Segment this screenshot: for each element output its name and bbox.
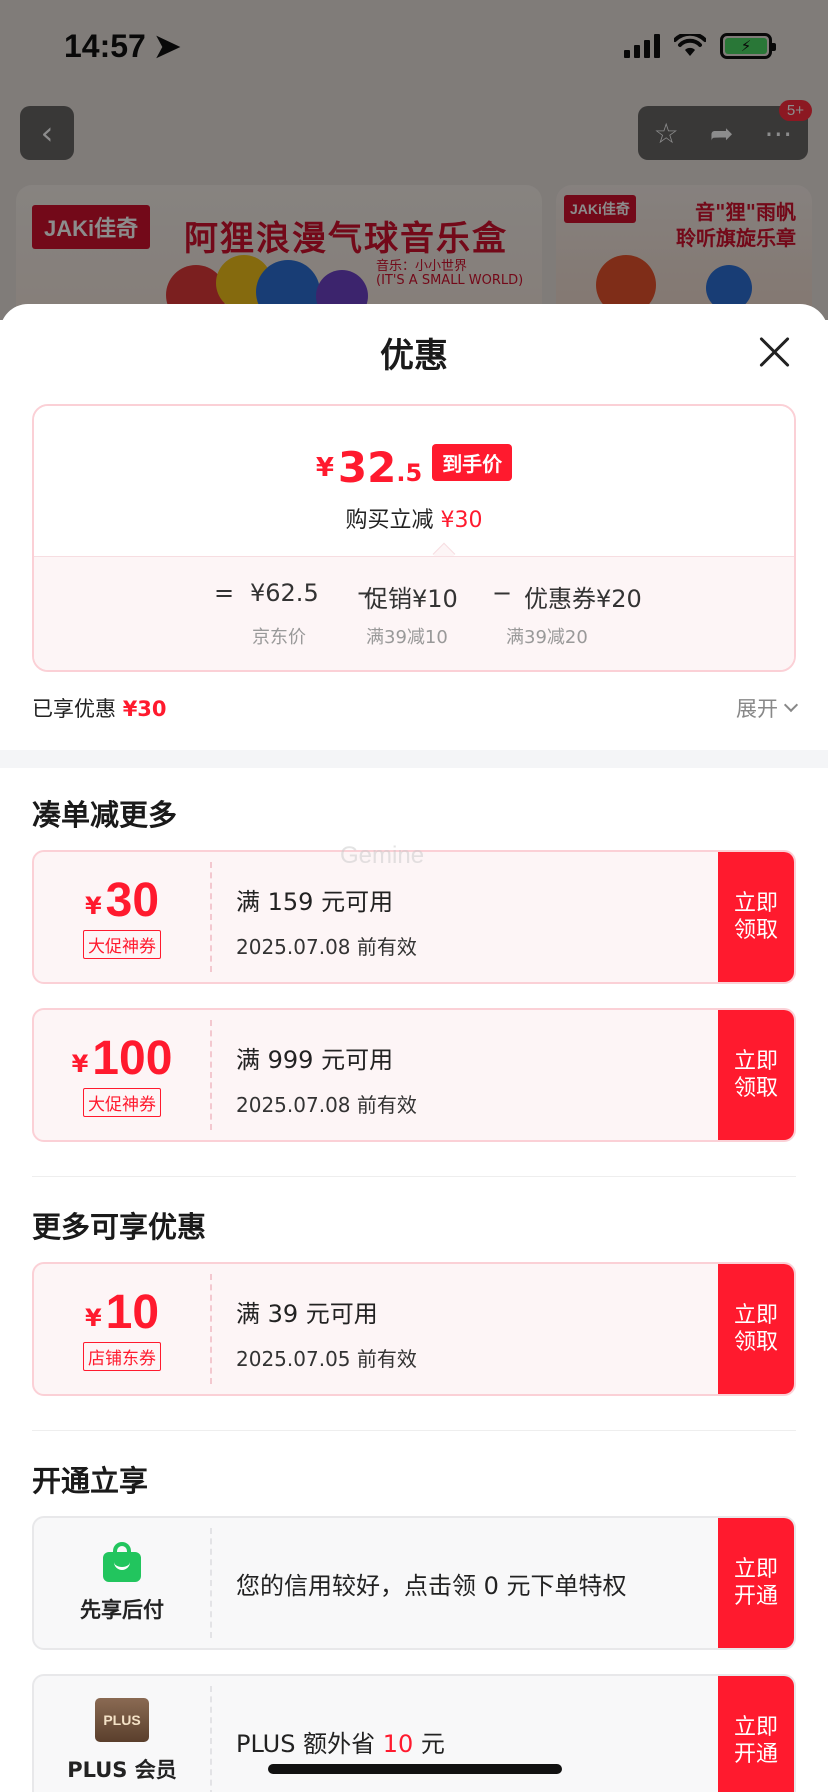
- coupon-card: ¥ 100 大促神券 满 999 元可用 2025.07.08 前有效 立即领取: [32, 1008, 796, 1142]
- activate-pay-later-button[interactable]: 立即开通: [718, 1518, 794, 1648]
- coupon-currency: ¥: [84, 1303, 102, 1332]
- coupon-condition: 满 999 元可用: [236, 1046, 394, 1074]
- shopping-bag-icon: [103, 1542, 141, 1582]
- section-title-activate: 开通立享: [32, 1464, 149, 1498]
- coupon-dashed-separator: [210, 1274, 212, 1384]
- section-divider-line: [32, 1430, 796, 1431]
- final-price-area: ¥ 32 .5 到手价 购买立减 ¥30: [34, 406, 794, 556]
- section-divider-line: [32, 1176, 796, 1177]
- claim-coupon-button[interactable]: 立即领取: [718, 852, 794, 982]
- home-indicator[interactable]: [268, 1764, 562, 1774]
- coupon-card: ¥ 10 店铺东券 满 39 元可用 2025.07.05 前有效 立即领取: [32, 1262, 796, 1396]
- price-decimal: .5: [396, 459, 423, 487]
- coupon-currency: ¥: [84, 891, 102, 920]
- enjoyed-discount-label: 已享优惠: [32, 697, 116, 721]
- plus-savings-text: PLUS 额外省 10 元: [236, 1724, 445, 1759]
- expand-button[interactable]: 展开: [736, 693, 799, 723]
- final-price-tag: 到手价: [432, 444, 513, 481]
- claim-coupon-button[interactable]: 立即领取: [718, 1010, 794, 1140]
- pay-later-label: 先享后付: [80, 1598, 164, 1622]
- coupon-type-badge: 大促神券: [83, 929, 161, 959]
- plus-member-icon: PLUS: [95, 1698, 149, 1742]
- section-title-more-offers: 更多可享优惠: [32, 1210, 207, 1244]
- jd-price-label: 京东价: [252, 627, 306, 648]
- coupon-rule-label: 满39减20: [506, 627, 588, 648]
- coupon-dashed-separator: [210, 1020, 212, 1130]
- instant-discount: 购买立减 ¥30: [34, 502, 794, 534]
- coupon-type-badge: 大促神券: [83, 1087, 161, 1117]
- coupon-currency: ¥: [71, 1049, 89, 1078]
- equals-sign: =: [214, 579, 235, 607]
- coupon-amount: ¥ 100: [71, 1031, 173, 1085]
- coupon-condition: 满 39 元可用: [236, 1300, 378, 1328]
- coupon-details: 满 999 元可用 2025.07.08 前有效: [236, 1040, 417, 1118]
- coupon-condition: 满 159 元可用: [236, 888, 394, 916]
- final-price: ¥ 32 .5 到手价: [34, 444, 794, 489]
- section-divider: [0, 750, 828, 768]
- plus-icon-area: PLUS PLUS 会员: [34, 1676, 210, 1792]
- pay-later-details: 您的信用较好，点击领 0 元下单特权: [236, 1518, 627, 1648]
- coupon-value: 100: [92, 1031, 173, 1085]
- price-breakdown-card: ¥ 32 .5 到手价 购买立减 ¥30 = ¥62.5 − 促销¥10 − 优…: [32, 404, 796, 672]
- card-dashed-separator: [210, 1528, 212, 1638]
- enjoyed-discount: 已享优惠 ¥30: [32, 693, 167, 723]
- enjoyed-discount-row: 已享优惠 ¥30 展开: [32, 688, 799, 728]
- card-dashed-separator: [210, 1686, 212, 1792]
- chevron-down-icon: [783, 697, 799, 713]
- plus-member-card: PLUS PLUS 会员 PLUS 额外省 10 元 立即开通: [32, 1674, 796, 1792]
- instant-discount-label: 购买立减: [345, 508, 434, 533]
- watermark-text: Gemine: [340, 842, 425, 869]
- coupon-type-badge: 店铺东券: [83, 1341, 161, 1371]
- promo-rule-label: 满39减10: [366, 627, 448, 648]
- coupon-amount-text: 优惠券¥20: [524, 585, 642, 613]
- currency-symbol: ¥: [315, 453, 334, 483]
- coupon-amount-area: ¥ 30 大促神券: [34, 852, 210, 982]
- pay-later-text: 您的信用较好，点击领 0 元下单特权: [236, 1571, 627, 1600]
- coupon-expiry: 2025.07.08 前有效: [236, 1093, 417, 1117]
- dim-overlay[interactable]: [0, 0, 828, 320]
- activate-plus-button[interactable]: 立即开通: [718, 1676, 794, 1792]
- section-title-more-discount: 凑单减更多: [32, 798, 178, 832]
- expand-label: 展开: [736, 697, 778, 721]
- coupon-amount-area: ¥ 100 大促神券: [34, 1010, 210, 1140]
- coupon-value: 10: [105, 1285, 160, 1339]
- coupon-expiry: 2025.07.08 前有效: [236, 935, 417, 959]
- enjoyed-discount-value: ¥30: [122, 697, 167, 721]
- sheet-title: 优惠: [380, 336, 448, 376]
- price-formula: = ¥62.5 − 促销¥10 − 优惠券¥20: [34, 579, 794, 615]
- coupon-amount: ¥ 30: [84, 873, 160, 927]
- coupon-amount: ¥ 10: [84, 1285, 160, 1339]
- coupon-card: ¥ 30 大促神券 满 159 元可用 2025.07.08 前有效 立即领取: [32, 850, 796, 984]
- plus-savings-suffix: 元: [413, 1729, 445, 1758]
- pay-later-card: 先享后付 您的信用较好，点击领 0 元下单特权 立即开通: [32, 1516, 796, 1650]
- price-formula-area: = ¥62.5 − 促销¥10 − 优惠券¥20 京东价 满39减10 满39减…: [34, 556, 794, 670]
- promo-amount-text: 促销¥10: [364, 585, 458, 613]
- coupon-amount-area: ¥ 10 店铺东券: [34, 1264, 210, 1394]
- plus-details: PLUS 额外省 10 元: [236, 1676, 445, 1792]
- coupon-dashed-separator: [210, 862, 212, 972]
- discount-sheet: 优惠 ¥ 32 .5 到手价 购买立减 ¥30 = ¥62.5 − 促销¥10: [0, 304, 828, 1792]
- coupon-value: 30: [105, 873, 160, 927]
- instant-discount-value: ¥30: [440, 508, 483, 533]
- coupon-details: 满 159 元可用 2025.07.08 前有效: [236, 882, 417, 960]
- coupon-expiry: 2025.07.05 前有效: [236, 1347, 417, 1371]
- plus-savings-amount: 10: [382, 1729, 414, 1758]
- plus-savings-prefix: PLUS 额外省: [236, 1729, 383, 1758]
- price-integer: 32: [337, 443, 397, 492]
- claim-coupon-button[interactable]: 立即领取: [718, 1264, 794, 1394]
- sheet-header: 优惠: [0, 304, 828, 400]
- minus-sign: −: [492, 579, 513, 607]
- plus-member-label: PLUS 会员: [67, 1758, 177, 1782]
- pay-later-icon-area: 先享后付: [34, 1518, 210, 1648]
- jd-price: ¥62.5: [250, 579, 319, 607]
- close-icon[interactable]: [756, 334, 792, 370]
- coupon-details: 满 39 元可用 2025.07.05 前有效: [236, 1294, 417, 1372]
